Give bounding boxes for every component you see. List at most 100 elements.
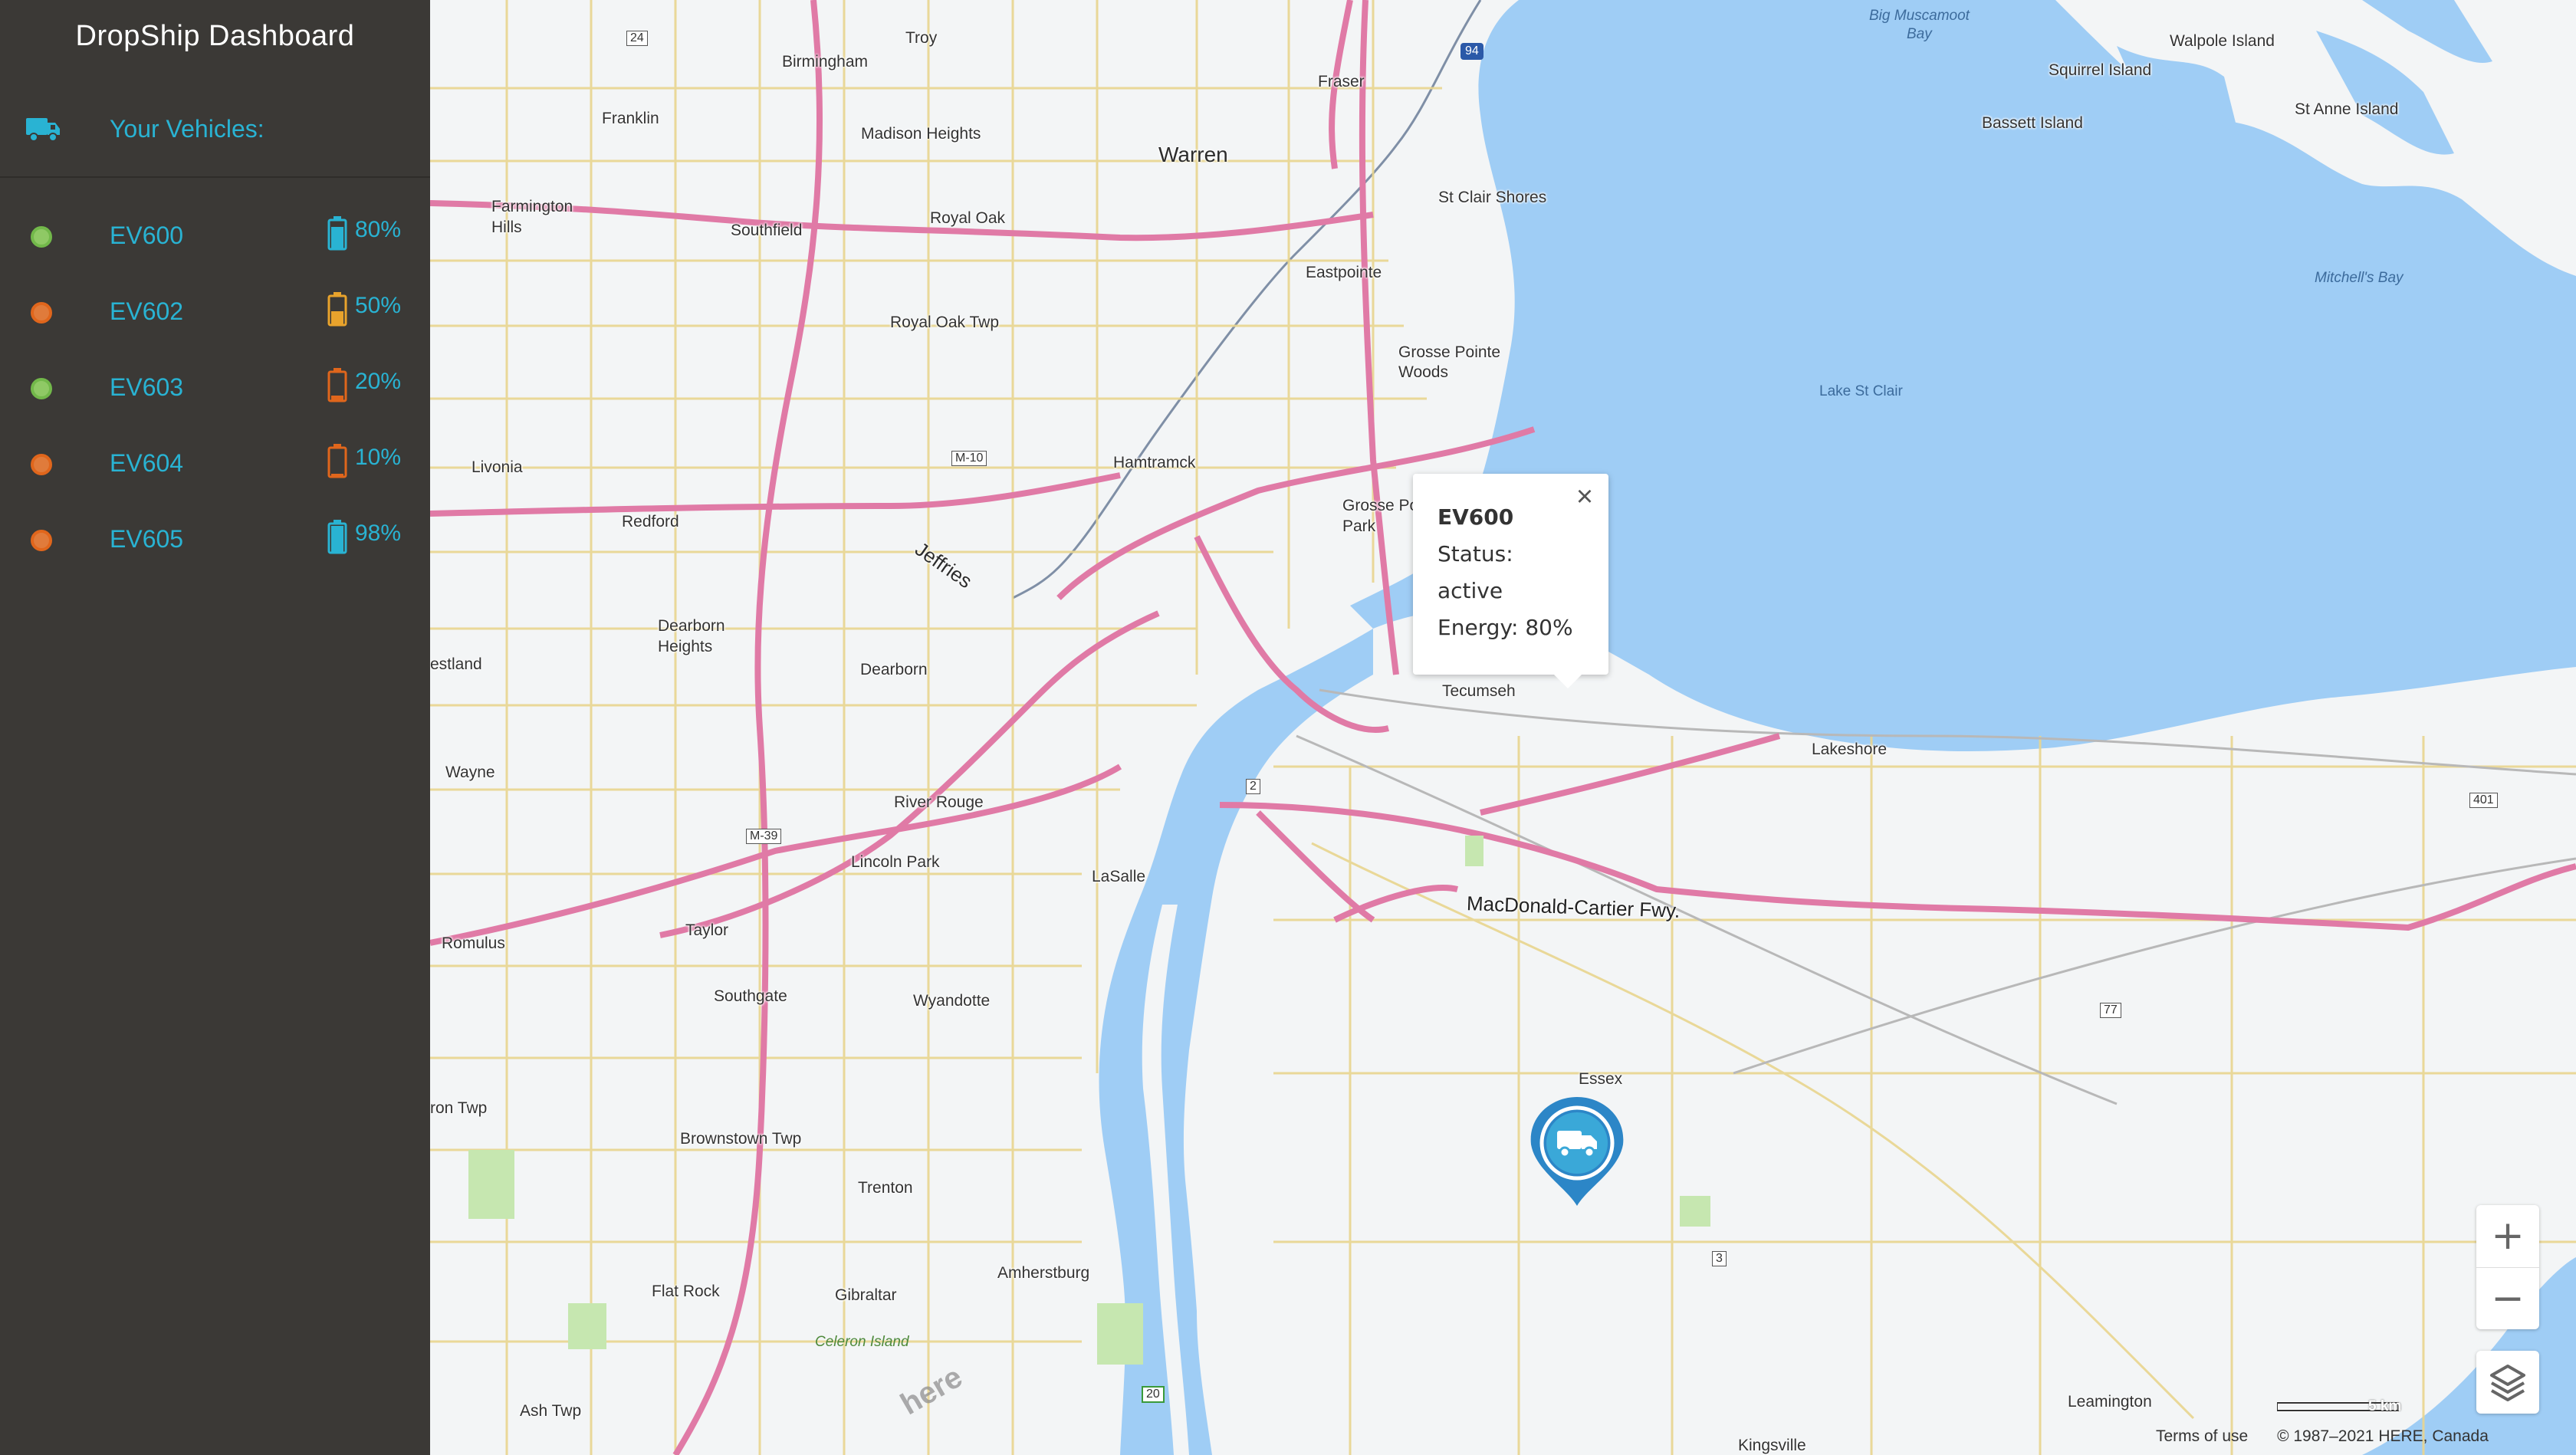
map-label-essex: Essex	[1579, 1070, 1623, 1088]
app-title: DropShip Dashboard	[75, 20, 355, 52]
vehicle-popup: × EV600 Status: active Energy: 80%	[1413, 474, 1608, 688]
route-shield-m39: M-39	[746, 829, 782, 844]
battery-icon	[327, 291, 347, 330]
map-label-mitchells-bay: Mitchell's Bay	[2315, 270, 2404, 286]
map-label-kingsville: Kingsville	[1738, 1437, 1806, 1454]
map-label-farmington-hills: Farmington	[491, 198, 573, 215]
vehicle-name: EV603	[110, 373, 184, 401]
terms-link[interactable]: Terms of use	[2156, 1427, 2248, 1445]
map-label-romulus: Romulus	[442, 934, 505, 952]
route-shield-77: 77	[2100, 1003, 2121, 1018]
lake-erie	[2362, 1257, 2576, 1455]
map-label-leamington: Leamington	[2068, 1393, 2152, 1411]
layers-icon	[2476, 1365, 2539, 1417]
map-label-lasalle: LaSalle	[1092, 868, 1146, 885]
vehicle-row-ev600[interactable]: EV600 80%	[0, 215, 430, 284]
route-shield-24: 24	[626, 31, 648, 46]
vehicle-name: EV604	[110, 449, 184, 477]
map-label-royal-oak: Royal Oak	[930, 209, 1006, 227]
vehicle-row-ev605[interactable]: EV605 98%	[0, 519, 430, 588]
map-label-river-rouge: River Rouge	[894, 793, 984, 811]
map-label-big-muscamoot: Big Muscamoot	[1869, 8, 1970, 24]
map-label-brownstown-twp: Brownstown Twp	[680, 1130, 802, 1148]
map-label-taylor: Taylor	[685, 921, 729, 939]
map-label-ash-twp: Ash Twp	[520, 1402, 582, 1420]
status-dot	[31, 302, 52, 324]
map-label-st-anne-island: St Anne Island	[2295, 100, 2399, 118]
battery-percent: 98%	[355, 521, 402, 546]
vehicle-marker-icon[interactable]	[1528, 1094, 1626, 1211]
battery-percent: 50%	[355, 293, 402, 318]
popup-status-label: Status:	[1438, 541, 1513, 567]
battery-icon	[327, 215, 347, 255]
zoom-in-button[interactable]: +	[2476, 1205, 2539, 1267]
map-view[interactable]: Troy Birmingham Franklin Madison Heights…	[430, 0, 2576, 1455]
zoom-control: + −	[2476, 1205, 2539, 1329]
status-dot	[31, 454, 52, 475]
route-shield-401: 401	[2469, 793, 2498, 808]
map-label-troy: Troy	[905, 29, 938, 47]
map-label-southgate: Southgate	[714, 987, 787, 1005]
close-icon[interactable]: ×	[1569, 481, 1600, 512]
map-label-hamtramck: Hamtramck	[1113, 454, 1196, 471]
route-shield-3: 3	[1712, 1251, 1727, 1266]
status-dot	[31, 378, 52, 399]
map-label-grosse-pointe-woods-2: Woods	[1398, 363, 1448, 381]
vehicle-row-ev604[interactable]: EV604 10%	[0, 443, 430, 512]
map-label-tecumseh: Tecumseh	[1442, 682, 1516, 700]
battery-icon	[327, 367, 347, 406]
map-label-trenton: Trenton	[858, 1179, 913, 1197]
zoom-out-button[interactable]: −	[2476, 1267, 2539, 1330]
popup-tail	[1551, 672, 1585, 688]
map-label-wyandotte: Wyandotte	[913, 992, 991, 1010]
map-label-st-clair-shores: St Clair Shores	[1438, 189, 1547, 206]
map-label-flat-rock: Flat Rock	[652, 1283, 720, 1300]
sidebar: DropShip Dashboard Your Vehicles: EV600 …	[0, 0, 430, 1455]
map-footer: Terms of use © 1987–2021 HERE, Canada	[2156, 1427, 2513, 1455]
map-label-lakeshore: Lakeshore	[1812, 741, 1888, 758]
map-label-dearborn-heights: Dearborn	[658, 617, 725, 635]
status-dot	[31, 530, 52, 551]
map-label-lake-st-clair: Lake St Clair	[1819, 383, 1903, 399]
map-canvas	[430, 0, 2576, 1455]
app-root: DropShip Dashboard Your Vehicles: EV600 …	[0, 0, 2576, 1455]
popup-title: EV600	[1438, 504, 1514, 530]
map-label-franklin: Franklin	[602, 110, 659, 127]
map-label-redford: Redford	[622, 513, 679, 530]
map-label-southfield: Southfield	[731, 222, 803, 239]
map-label-gibraltar: Gibraltar	[835, 1286, 897, 1304]
vehicle-name: EV600	[110, 222, 184, 249]
map-label-celeron-island: Celeron Island	[815, 1334, 909, 1350]
map-label-royal-oak-twp: Royal Oak Twp	[890, 314, 1000, 331]
vehicle-row-ev603[interactable]: EV603 20%	[0, 367, 430, 436]
map-label-grosse-pointe-woods: Grosse Pointe	[1398, 343, 1501, 361]
map-label-big-muscamoot-2: Bay	[1907, 26, 1932, 42]
map-label-ron-twp: ron Twp	[430, 1099, 488, 1117]
route-shield-i94: 94	[1460, 43, 1484, 60]
map-label-eastpointe: Eastpointe	[1306, 264, 1382, 281]
map-label-grosse-pointe-park-2: Park	[1342, 517, 1376, 535]
map-label-walpole-island: Walpole Island	[2170, 32, 2275, 50]
route-shield-20: 20	[1142, 1386, 1165, 1403]
layers-button[interactable]	[2476, 1351, 2539, 1414]
battery-percent: 80%	[355, 217, 402, 242]
vehicle-name: EV602	[110, 297, 184, 325]
map-label-westland: estland	[430, 655, 482, 673]
battery-icon	[327, 443, 347, 482]
popup-energy: Energy: 80%	[1438, 615, 1573, 640]
vehicle-row-ev602[interactable]: EV602 50%	[0, 291, 430, 360]
map-label-birmingham: Birmingham	[782, 53, 869, 71]
map-label-madison-heights: Madison Heights	[861, 125, 981, 143]
map-label-lincoln-park: Lincoln Park	[851, 853, 940, 871]
map-label-warren: Warren	[1158, 143, 1228, 166]
map-label-dearborn-heights-2: Heights	[658, 638, 713, 655]
status-dot	[31, 226, 52, 248]
scale-label: 5 km	[2368, 1398, 2402, 1414]
map-label-livonia: Livonia	[472, 458, 523, 476]
battery-icon	[327, 519, 347, 558]
vehicle-name: EV605	[110, 525, 184, 553]
battery-percent: 20%	[355, 369, 402, 394]
battery-percent: 10%	[355, 445, 402, 470]
map-label-dearborn: Dearborn	[860, 661, 928, 678]
truck-icon	[25, 113, 61, 148]
